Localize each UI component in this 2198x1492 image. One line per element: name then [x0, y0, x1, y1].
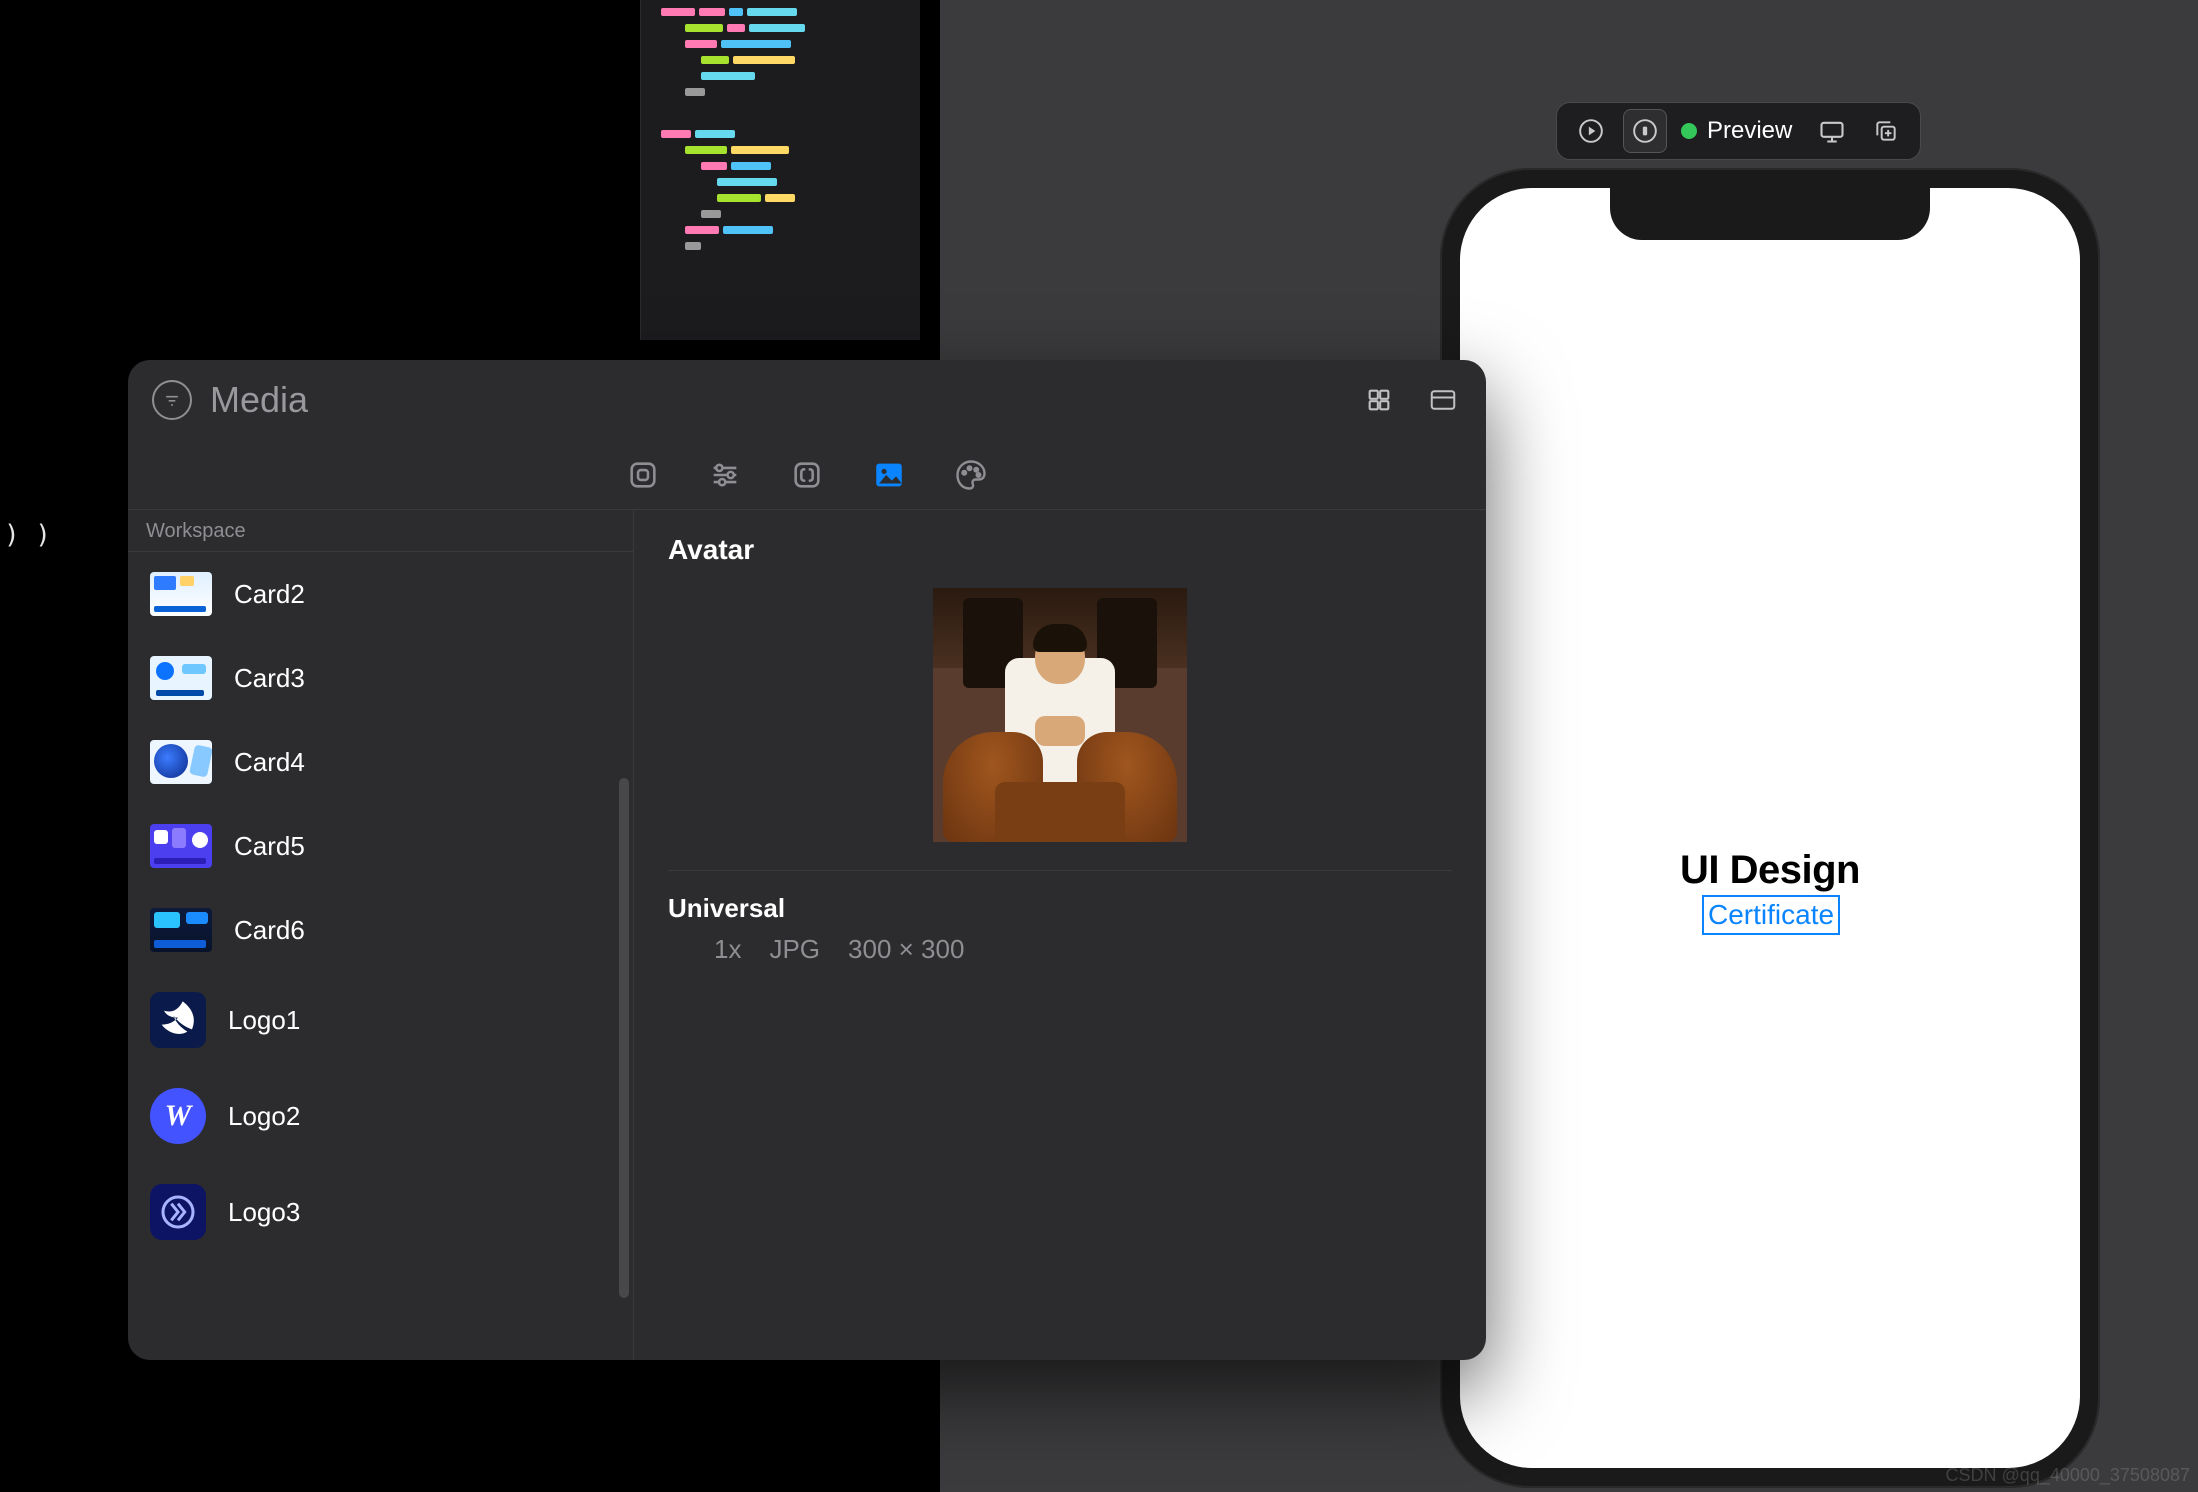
filter-icon[interactable]	[152, 380, 192, 420]
list-view-icon[interactable]	[1424, 381, 1462, 419]
detail-dimensions: 300 × 300	[848, 934, 964, 965]
preview-status[interactable]: Preview	[1677, 117, 1800, 145]
asset-item[interactable]: Card4	[128, 720, 633, 804]
asset-item[interactable]: Logo3	[128, 1164, 633, 1260]
asset-name: Card2	[234, 579, 305, 610]
sidebar-scrollbar[interactable]	[619, 778, 629, 1298]
code-minimap	[640, 0, 920, 340]
asset-item[interactable]: W Logo2	[128, 1068, 633, 1164]
device-notch	[1610, 188, 1930, 240]
asset-item[interactable]: Card3	[128, 636, 633, 720]
detail-meta: 1x JPG 300 × 300	[668, 934, 1452, 965]
detail-scale-section: Universal	[668, 893, 1452, 924]
tab-objects-icon[interactable]	[620, 452, 666, 498]
asset-thumb	[150, 656, 212, 700]
media-detail-pane: Avatar Universal 1x	[634, 510, 1486, 1360]
device-frame: UI Design Certificate	[1440, 168, 2100, 1488]
asset-name: Card6	[234, 915, 305, 946]
asset-item[interactable]: Logo1	[128, 972, 633, 1068]
pause-variant-icon[interactable]	[1623, 109, 1667, 153]
preview-heading: UI Design	[1680, 848, 1860, 893]
code-trailing-parens: ) )	[4, 520, 51, 550]
watermark: CSDN @qq_40000_37508087	[1946, 1465, 2190, 1486]
asset-thumb	[150, 992, 206, 1048]
asset-name: Logo3	[228, 1197, 300, 1228]
detail-scale: 1x	[714, 934, 741, 965]
preview-selected-text[interactable]: Certificate	[1702, 895, 1840, 935]
tab-colors-icon[interactable]	[948, 452, 994, 498]
detail-title: Avatar	[668, 534, 1452, 566]
status-dot-icon	[1681, 123, 1697, 139]
media-sidebar[interactable]: Workspace Card2 Card3	[128, 510, 634, 1360]
asset-name: Card5	[234, 831, 305, 862]
asset-name: Logo1	[228, 1005, 300, 1036]
asset-name: Logo2	[228, 1101, 300, 1132]
asset-thumb	[150, 824, 212, 868]
media-body: Workspace Card2 Card3	[128, 510, 1486, 1360]
play-icon[interactable]	[1569, 109, 1613, 153]
tab-snippets-icon[interactable]	[784, 452, 830, 498]
asset-thumb	[150, 740, 212, 784]
detail-format: JPG	[769, 934, 820, 965]
asset-thumb	[150, 908, 212, 952]
asset-name: Card4	[234, 747, 305, 778]
asset-item[interactable]: Card6	[128, 888, 633, 972]
preview-toolbar: Preview	[1556, 102, 1921, 160]
asset-thumb	[150, 572, 212, 616]
tab-modifiers-icon[interactable]	[702, 452, 748, 498]
media-tab-bar	[128, 440, 1486, 510]
preview-content: UI Design Certificate	[1460, 848, 2080, 935]
media-title: Media	[210, 379, 308, 421]
device-screen: UI Design Certificate	[1460, 188, 2080, 1468]
asset-name: Card3	[234, 663, 305, 694]
media-library-popover: Media Workspace	[128, 360, 1486, 1360]
asset-thumb: W	[150, 1088, 206, 1144]
media-header: Media	[128, 360, 1486, 440]
display-icon[interactable]	[1810, 109, 1854, 153]
sidebar-section-title: Workspace	[128, 510, 633, 552]
asset-item[interactable]: Card2	[128, 552, 633, 636]
detail-preview-image	[933, 588, 1187, 842]
tab-media-icon[interactable]	[866, 452, 912, 498]
asset-thumb	[150, 1184, 206, 1240]
preview-label: Preview	[1707, 117, 1792, 145]
duplicate-add-icon[interactable]	[1864, 109, 1908, 153]
grid-view-icon[interactable]	[1360, 381, 1398, 419]
asset-item[interactable]: Card5	[128, 804, 633, 888]
